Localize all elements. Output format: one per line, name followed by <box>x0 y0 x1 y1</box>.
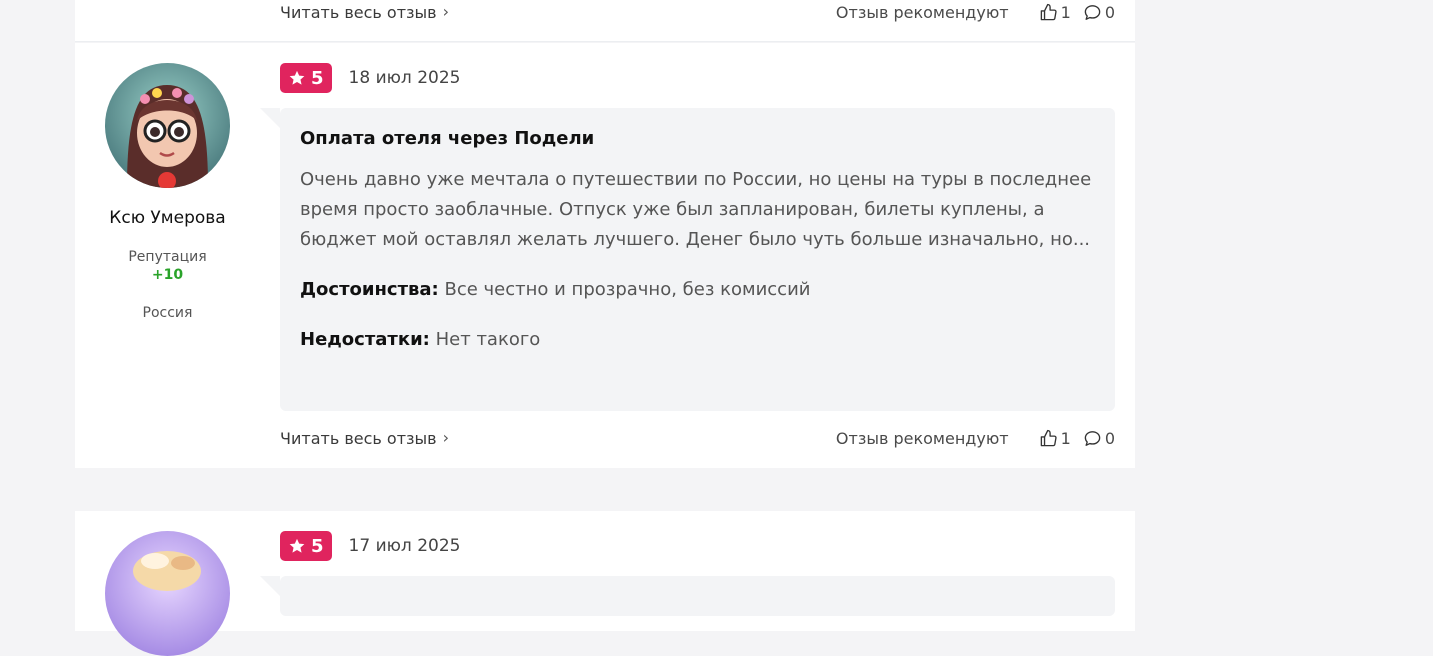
like-button[interactable]: 1 <box>1039 429 1071 448</box>
review-card: Ксю Умерова Репутация +10 Россия 5 18 ию… <box>75 43 1135 468</box>
previous-review-card: Читать весь отзыв › Отзыв рекомендуют 1 … <box>75 0 1135 42</box>
comment-count: 0 <box>1104 2 1115 22</box>
rating-value: 5 <box>311 535 324 557</box>
thumbs-up-icon <box>1040 3 1057 20</box>
comment-icon <box>1084 4 1101 20</box>
review-cons: Недостатки: Нет такого <box>300 325 1095 355</box>
read-full-review-label: Читать весь отзыв <box>280 428 437 448</box>
like-count: 1 <box>1060 428 1071 448</box>
like-button[interactable]: 1 <box>1039 3 1071 22</box>
rating-row: 5 17 июл 2025 <box>280 531 460 561</box>
rating-row: 5 18 июл 2025 <box>280 63 460 93</box>
chevron-right-icon: › <box>442 1 449 21</box>
review-stats: Отзыв рекомендуют 1 0 <box>836 429 1115 448</box>
comment-icon <box>1084 430 1101 446</box>
author-country: Россия <box>142 305 193 321</box>
review-footer: Читать весь отзыв › Отзыв рекомендуют 1 … <box>280 0 1115 24</box>
rating-value: 5 <box>311 67 324 89</box>
review-body: Оплата отеля через Подели Очень давно уж… <box>260 108 1115 411</box>
chevron-right-icon: › <box>442 427 449 447</box>
pros-text: Все честно и прозрачно, без комиссий <box>444 279 811 300</box>
reputation-label: Репутация <box>128 249 207 265</box>
read-full-review-label: Читать весь отзыв <box>280 2 437 22</box>
author-name[interactable]: Ксю Умерова <box>75 208 260 228</box>
review-pros: Достоинства: Все честно и прозрачно, без… <box>300 275 1095 305</box>
avatar[interactable] <box>105 63 230 188</box>
pros-label: Достоинства: <box>300 279 439 300</box>
star-icon <box>289 538 305 553</box>
rating-badge: 5 <box>280 63 332 93</box>
comments-button[interactable]: 0 <box>1083 429 1115 448</box>
review-date: 17 июл 2025 <box>348 536 461 556</box>
review-text: Очень давно уже мечтала о путешествии по… <box>300 169 1092 250</box>
comments-button[interactable]: 0 <box>1083 3 1115 22</box>
read-full-review-link[interactable]: Читать весь отзыв › <box>280 427 449 448</box>
avatar[interactable] <box>105 531 230 656</box>
like-count: 1 <box>1060 2 1071 22</box>
read-full-review-link[interactable]: Читать весь отзыв › <box>280 1 449 22</box>
recommend-label: Отзыв рекомендуют <box>835 428 1009 448</box>
review-footer: Читать весь отзыв › Отзыв рекомендуют 1 … <box>280 426 1115 450</box>
review-date: 18 июл 2025 <box>348 68 461 88</box>
thumbs-up-icon <box>1040 429 1057 446</box>
review-body <box>260 576 1115 616</box>
recommend-label: Отзыв рекомендуют <box>835 2 1009 22</box>
cons-label: Недостатки: <box>300 329 430 350</box>
next-review-card: 5 17 июл 2025 <box>75 511 1135 656</box>
reputation-value: +10 <box>151 267 184 283</box>
cons-text: Нет такого <box>435 329 541 350</box>
star-icon <box>289 70 305 85</box>
review-title[interactable]: Оплата отеля через Подели <box>300 128 1095 149</box>
comment-count: 0 <box>1104 428 1115 448</box>
review-stats: Отзыв рекомендуют 1 0 <box>836 3 1115 22</box>
rating-badge: 5 <box>280 531 332 561</box>
